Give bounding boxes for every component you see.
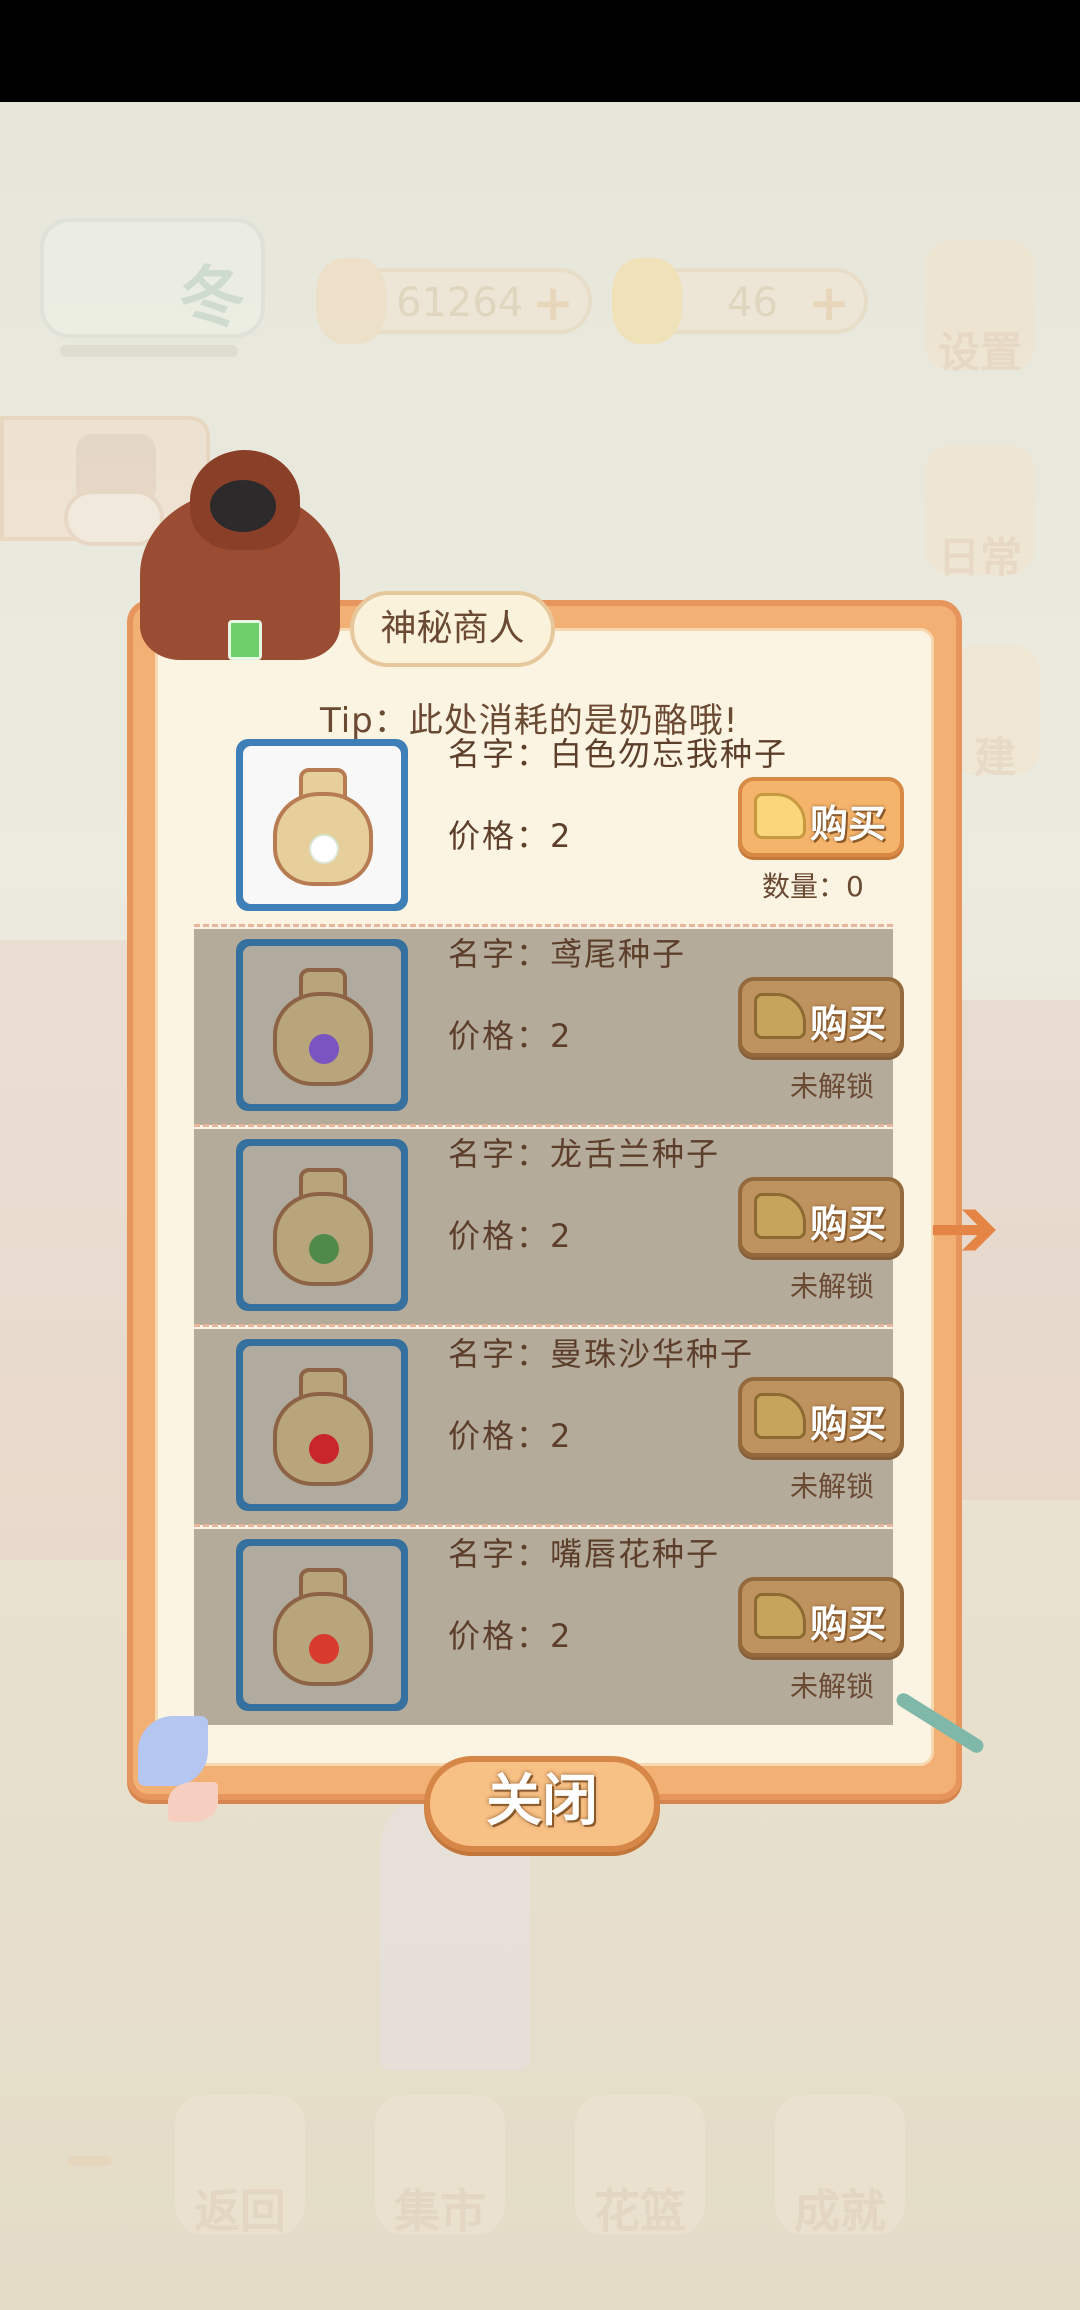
buy-button[interactable]: 购买 bbox=[738, 977, 904, 1057]
merchant-dialog: 神秘商人 Tip：此处消耗的是奶酪哦! 名字：白色勿忘我种子 价格：2 购买 数… bbox=[127, 591, 962, 1800]
buy-button[interactable]: 购买 bbox=[738, 1577, 904, 1657]
settings-label: 设置 bbox=[937, 328, 1022, 377]
item-price: 价格：2 bbox=[448, 817, 573, 855]
fish-currency: 61264 + bbox=[316, 258, 592, 344]
flower-icon bbox=[309, 1034, 339, 1064]
locked-status: 未解锁 bbox=[790, 1070, 875, 1103]
buy-button[interactable]: 购买 bbox=[738, 1377, 904, 1457]
green-drink-icon bbox=[228, 620, 262, 660]
cheese-currency: 46 + bbox=[612, 258, 868, 344]
cheese-icon bbox=[754, 1393, 806, 1439]
seed-thumbnail bbox=[236, 1339, 408, 1511]
shop-item-row: 名字：鸢尾种子 价格：2 购买 未解锁 bbox=[194, 929, 904, 1127]
row-divider bbox=[194, 1524, 893, 1527]
item-name: 名字：嘴唇花种子 bbox=[448, 1535, 721, 1573]
fish-currency-value: 61264 bbox=[396, 280, 524, 326]
daily-button[interactable]: 日常 bbox=[925, 445, 1035, 582]
nav-achievement-label: 成就 bbox=[794, 2184, 886, 2238]
item-quantity: 数量：0 bbox=[762, 870, 864, 903]
cheese-icon bbox=[754, 993, 806, 1039]
dialog-body: 神秘商人 Tip：此处消耗的是奶酪哦! 名字：白色勿忘我种子 价格：2 购买 数… bbox=[155, 591, 934, 1766]
flower-icon bbox=[309, 1234, 339, 1264]
nav-back-label: 返回 bbox=[194, 2184, 286, 2238]
cheese-icon bbox=[754, 793, 806, 839]
buy-label: 购买 bbox=[810, 802, 887, 846]
dialog-title: 神秘商人 bbox=[350, 591, 555, 667]
flower-icon bbox=[309, 1634, 339, 1664]
season-indicator[interactable]: 冬 bbox=[40, 218, 265, 338]
item-price: 价格：2 bbox=[448, 1617, 573, 1655]
item-name: 名字：鸢尾种子 bbox=[448, 935, 687, 973]
row-divider bbox=[194, 924, 893, 927]
cheese-icon bbox=[754, 1193, 806, 1239]
seed-thumbnail bbox=[236, 739, 408, 911]
street-buildings-left bbox=[0, 940, 130, 1560]
nav-market-label: 集市 bbox=[394, 2184, 486, 2238]
buy-label: 购买 bbox=[810, 1602, 887, 1646]
item-price: 价格：2 bbox=[448, 1417, 573, 1455]
cheese-add-button[interactable]: + bbox=[808, 274, 850, 332]
item-price: 价格：2 bbox=[448, 1217, 573, 1255]
buy-label: 购买 bbox=[810, 1402, 887, 1446]
shop-item-row: 名字：嘴唇花种子 价格：2 购买 未解锁 bbox=[194, 1529, 904, 1725]
buy-button[interactable]: 购买 bbox=[738, 777, 904, 857]
row-divider bbox=[194, 1324, 893, 1327]
seed-thumbnail bbox=[236, 1139, 408, 1311]
nav-basket-label: 花篮 bbox=[594, 2184, 686, 2238]
flower-icon bbox=[309, 834, 339, 864]
status-bar bbox=[0, 0, 1080, 102]
shop-item-row: 名字：龙舌兰种子 价格：2 购买 未解锁 bbox=[194, 1129, 904, 1327]
buy-label: 购买 bbox=[810, 1002, 887, 1046]
locked-status: 未解锁 bbox=[790, 1670, 875, 1703]
season-progress bbox=[60, 345, 238, 357]
fish-add-button[interactable]: + bbox=[532, 274, 574, 332]
merchant-face bbox=[210, 480, 276, 532]
shop-item-row: 名字：白色勿忘我种子 价格：2 购买 数量：0 bbox=[194, 729, 904, 927]
collapse-handle[interactable] bbox=[68, 2156, 112, 2166]
daily-label: 日常 bbox=[937, 533, 1022, 582]
flower-icon bbox=[309, 1434, 339, 1464]
cheese-icon bbox=[754, 1593, 806, 1639]
close-button[interactable]: 关闭 bbox=[424, 1756, 660, 1852]
seed-thumbnail bbox=[236, 939, 408, 1111]
next-page-arrow-icon[interactable]: ➔ bbox=[928, 1178, 1000, 1278]
shop-item-row: 名字：曼珠沙华种子 价格：2 购买 未解锁 bbox=[194, 1329, 904, 1527]
item-name: 名字：曼珠沙华种子 bbox=[448, 1335, 755, 1373]
build-label: 建 bbox=[973, 733, 1016, 782]
seed-thumbnail bbox=[236, 1539, 408, 1711]
buy-label: 购买 bbox=[810, 1202, 887, 1246]
butterfly-icon bbox=[138, 1716, 208, 1786]
item-name: 名字：龙舌兰种子 bbox=[448, 1135, 721, 1173]
locked-status: 未解锁 bbox=[790, 1470, 875, 1503]
cheese-icon bbox=[612, 258, 682, 344]
season-label: 冬 bbox=[179, 259, 245, 336]
merchant-character bbox=[110, 450, 370, 660]
build-button[interactable]: 建 bbox=[950, 645, 1040, 782]
fish-bone-icon bbox=[316, 258, 386, 344]
buy-button[interactable]: 购买 bbox=[738, 1177, 904, 1257]
cheese-currency-value: 46 bbox=[727, 280, 778, 326]
row-divider bbox=[194, 1124, 893, 1127]
locked-status: 未解锁 bbox=[790, 1270, 875, 1303]
item-name: 名字：白色勿忘我种子 bbox=[448, 735, 789, 773]
settings-button[interactable]: 设置 bbox=[925, 240, 1035, 377]
item-price: 价格：2 bbox=[448, 1017, 573, 1055]
small-butterfly-icon bbox=[168, 1782, 218, 1822]
